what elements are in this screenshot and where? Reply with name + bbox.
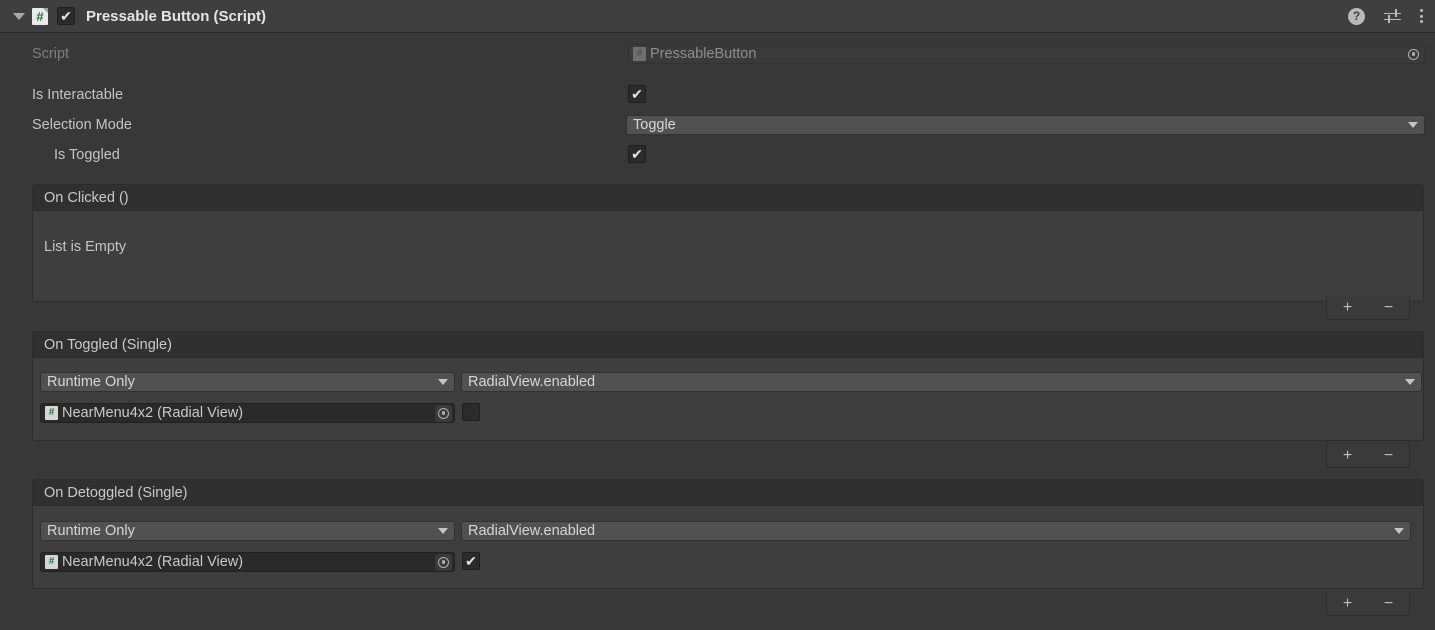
call-state-value: Runtime Only — [47, 374, 135, 390]
help-icon[interactable]: ? — [1348, 7, 1365, 25]
function-value: RadialView.enabled — [468, 374, 596, 390]
function-dropdown-on-toggled[interactable]: RadialView.enabled — [461, 372, 1422, 392]
add-event-button[interactable]: + — [1343, 447, 1352, 464]
event-add-remove-on-clicked[interactable]: + − — [1326, 296, 1410, 320]
target-object-field-on-toggled[interactable]: # NearMenu4x2 (Radial View) — [40, 403, 455, 423]
csharp-script-icon: # — [32, 7, 48, 25]
remove-event-button[interactable]: − — [1384, 595, 1393, 612]
event-title: On Toggled (Single) — [33, 332, 1423, 358]
object-picker-icon[interactable] — [435, 404, 452, 422]
chevron-down-icon — [1394, 528, 1404, 534]
is-toggled-checkbox[interactable]: ✔ — [628, 145, 646, 163]
event-body — [33, 358, 1423, 440]
chevron-down-icon — [438, 528, 448, 534]
chevron-down-icon — [1405, 379, 1415, 385]
inspector-panel: # ✔ Pressable Button (Script) ? Script #… — [0, 0, 1435, 630]
target-object-field-on-detoggled[interactable]: # NearMenu4x2 (Radial View) — [40, 552, 455, 572]
remove-event-button[interactable]: − — [1384, 447, 1393, 464]
argument-checkbox-on-toggled[interactable] — [462, 403, 480, 421]
event-title: On Clicked () — [33, 185, 1423, 211]
more-menu-icon[interactable] — [1420, 9, 1423, 23]
property-row-is-interactable: Is Interactable — [0, 80, 1435, 110]
function-value: RadialView.enabled — [468, 523, 596, 539]
selection-mode-dropdown[interactable]: Toggle — [626, 115, 1425, 135]
target-script-icon: # — [45, 555, 58, 569]
event-empty-message: List is Empty — [44, 239, 127, 255]
add-event-button[interactable]: + — [1343, 299, 1352, 316]
component-title: Pressable Button (Script) — [86, 7, 267, 25]
chevron-down-icon — [1408, 122, 1418, 128]
object-picker-icon[interactable] — [435, 553, 452, 571]
target-object-name: NearMenu4x2 (Radial View) — [62, 405, 244, 421]
argument-checkbox-on-detoggled[interactable]: ✔ — [462, 552, 480, 570]
event-title: On Detoggled (Single) — [33, 480, 1423, 506]
add-event-button[interactable]: + — [1343, 595, 1352, 612]
script-label: Script — [32, 46, 70, 62]
selection-mode-value: Toggle — [633, 117, 676, 133]
target-object-name: NearMenu4x2 (Radial View) — [62, 554, 244, 570]
event-body — [33, 506, 1423, 588]
event-box-on-clicked: On Clicked () List is Empty — [32, 184, 1424, 302]
function-dropdown-on-detoggled[interactable]: RadialView.enabled — [461, 521, 1411, 541]
call-state-dropdown-on-toggled[interactable]: Runtime Only — [40, 372, 455, 392]
event-add-remove-on-toggled[interactable]: + − — [1326, 444, 1410, 468]
component-enabled-checkbox[interactable]: ✔ — [57, 7, 75, 25]
chevron-down-icon — [438, 379, 448, 385]
event-add-remove-on-detoggled[interactable]: + − — [1326, 592, 1410, 616]
target-script-icon: # — [45, 406, 58, 420]
script-field-value: PressableButton — [650, 46, 757, 62]
preset-icon[interactable] — [1384, 8, 1401, 24]
script-field-icon: # — [633, 47, 646, 61]
is-interactable-label: Is Interactable — [32, 87, 124, 103]
remove-event-button[interactable]: − — [1384, 299, 1393, 316]
is-toggled-label: Is Toggled — [54, 147, 120, 163]
selection-mode-label: Selection Mode — [32, 117, 132, 133]
property-row-is-toggled: Is Toggled — [0, 140, 1435, 170]
header-tools: ? — [1348, 7, 1423, 25]
foldout-triangle-icon[interactable] — [10, 12, 28, 20]
event-body: List is Empty — [33, 211, 1423, 301]
call-state-dropdown-on-detoggled[interactable]: Runtime Only — [40, 521, 455, 541]
script-object-field: # PressableButton — [628, 44, 1425, 64]
object-picker-icon[interactable] — [1405, 46, 1422, 63]
component-header[interactable]: # ✔ Pressable Button (Script) ? — [0, 0, 1435, 33]
is-interactable-checkbox[interactable]: ✔ — [628, 85, 646, 103]
call-state-value: Runtime Only — [47, 523, 135, 539]
